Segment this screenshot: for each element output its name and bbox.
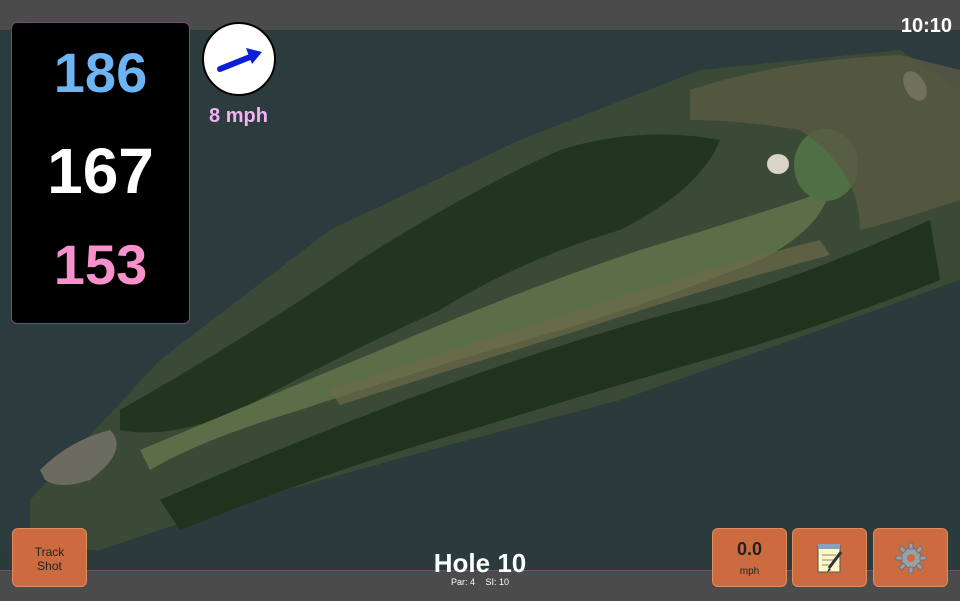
hole-stroke-index: SI: 10 — [485, 577, 510, 587]
hole-title: Hole 10 — [433, 548, 527, 578]
track-shot-label-line1: Track — [34, 545, 65, 559]
wind-indicator[interactable] — [202, 22, 276, 96]
settings-button[interactable] — [873, 528, 948, 587]
track-shot-label-line2: Shot — [37, 559, 62, 573]
front-distance: 153 — [53, 233, 148, 296]
gear-icon — [895, 542, 926, 573]
wind-speed-label: 8 mph — [209, 105, 268, 127]
speed-button[interactable]: 0.0 mph — [712, 528, 787, 587]
distance-panel: 186 167 153 — [11, 22, 190, 324]
clock: 10:10 — [900, 15, 952, 37]
back-distance: 186 — [53, 41, 148, 104]
track-shot-button[interactable]: Track Shot — [12, 528, 87, 587]
speed-unit: mph — [739, 566, 760, 577]
notepad-icon — [817, 543, 842, 572]
hole-info: Par: 4 SI: 10 — [380, 577, 580, 587]
wind-arrow-icon — [217, 48, 262, 72]
hole-par: Par: 4 — [450, 577, 475, 587]
speed-value: 0.0 — [736, 539, 763, 559]
notes-button[interactable] — [792, 528, 867, 587]
middle-distance: 167 — [47, 135, 154, 207]
